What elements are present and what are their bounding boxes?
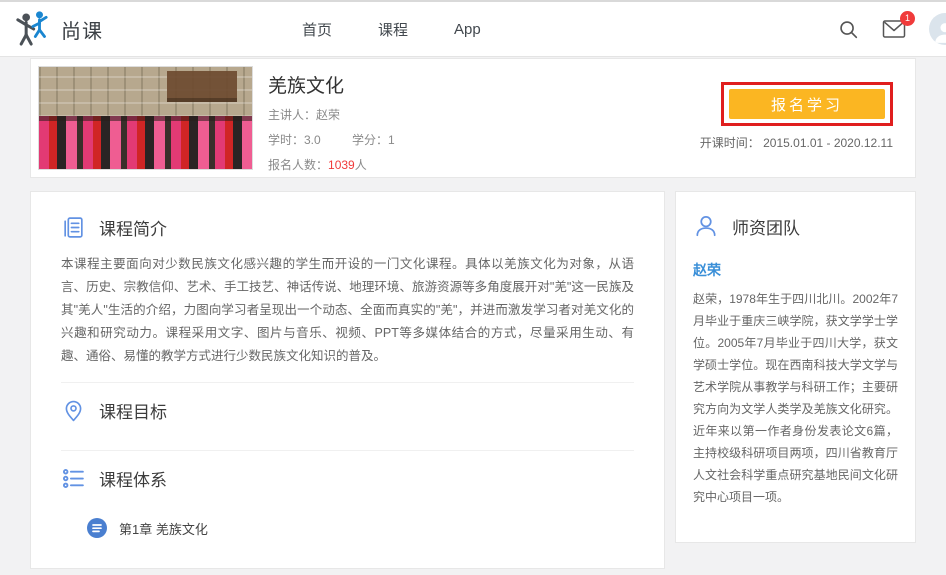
course-hours: 学时：3.0 <box>268 133 321 147</box>
teacher-bio: 赵荣，1978年生于四川北川。2002年7月毕业于重庆三峡学院，获文学学士学位。… <box>693 292 898 504</box>
section-goals-title: 课程目标 <box>99 403 167 422</box>
messages-badge: 1 <box>900 11 915 26</box>
teaching-team-heading: 师资团队 <box>693 200 898 252</box>
user-avatar[interactable] <box>929 13 946 45</box>
section-system-heading: 课程体系 <box>61 453 634 504</box>
course-info: 羌族文化 主讲人：赵荣 学时：3.0 学分：1 报名人数：1039人 <box>268 66 646 173</box>
red-highlight-annotation: 报名学习 <box>721 82 893 126</box>
nav-item-app[interactable]: App <box>454 21 481 38</box>
document-icon <box>61 215 86 240</box>
content-row: 课程简介 本课程主要面向对少数民族文化感兴趣的学生而开设的一门文化课程。具体以羌… <box>30 191 916 569</box>
brand-logo[interactable]: 尚课 <box>12 9 103 49</box>
enroll-count-unit: 人 <box>354 158 367 172</box>
course-title: 羌族文化 <box>268 76 345 97</box>
section-intro-title: 课程简介 <box>99 220 167 239</box>
section-goals-heading: 课程目标 <box>61 385 634 436</box>
course-hero-card: 羌族文化 主讲人：赵荣 学时：3.0 学分：1 报名人数：1039人 报名学习 … <box>30 58 916 178</box>
teacher-name-link[interactable]: 赵荣 <box>693 260 898 280</box>
section-system-title: 课程体系 <box>99 471 167 490</box>
course-hours-credits: 学时：3.0 学分：1 <box>268 131 646 148</box>
teaching-team-title: 师资团队 <box>732 218 800 238</box>
course-detail-card: 课程简介 本课程主要面向对少数民族文化感兴趣的学生而开设的一门文化课程。具体以羌… <box>30 191 665 569</box>
list-icon <box>61 466 86 491</box>
schedule-label: 开课时间： <box>699 136 760 150</box>
course-lecturer: 主讲人：赵荣 <box>268 108 341 122</box>
enroll-count-label: 报名人数： <box>268 158 329 172</box>
section-divider <box>61 382 634 383</box>
location-pin-icon <box>61 398 86 423</box>
course-credits: 学分：1 <box>352 133 395 147</box>
hero-right-panel: 报名学习 开课时间： 2015.01.01 - 2020.12.11 <box>646 66 908 170</box>
enroll-button[interactable]: 报名学习 <box>729 89 885 119</box>
section-intro-heading: 课程简介 <box>61 202 634 253</box>
nav-item-courses[interactable]: 课程 <box>378 19 408 40</box>
course-enrollment: 报名人数：1039人 <box>268 156 646 173</box>
course-cover-image <box>38 66 253 170</box>
course-intro-text: 本课程主要面向对少数民族文化感兴趣的学生而开设的一门文化课程。具体以羌族文化为对… <box>61 257 634 363</box>
chapter-icon <box>87 518 107 538</box>
enroll-count-value: 1039 <box>328 158 355 172</box>
course-schedule: 开课时间： 2015.01.01 - 2020.12.11 <box>700 134 893 151</box>
search-icon[interactable] <box>838 19 859 40</box>
person-icon <box>693 213 719 239</box>
messages-icon[interactable]: 1 <box>882 11 915 39</box>
header-actions: 1 <box>838 2 946 56</box>
teaching-team-card: 师资团队 赵荣 赵荣，1978年生于四川北川。2002年7月毕业于重庆三峡学院，… <box>675 191 916 543</box>
nav-item-home[interactable]: 首页 <box>302 19 332 40</box>
chapter-item[interactable]: 第1章 羌族文化 <box>87 518 634 538</box>
schedule-value: 2015.01.01 - 2020.12.11 <box>763 136 893 150</box>
section-divider <box>61 450 634 451</box>
brand-name: 尚课 <box>61 20 103 43</box>
logo-icon <box>12 9 52 49</box>
chapter-label: 第1章 羌族文化 <box>119 521 208 537</box>
main-nav: 首页 课程 App <box>302 2 481 56</box>
top-navigation-bar: 尚课 首页 课程 App 1 <box>0 0 946 57</box>
